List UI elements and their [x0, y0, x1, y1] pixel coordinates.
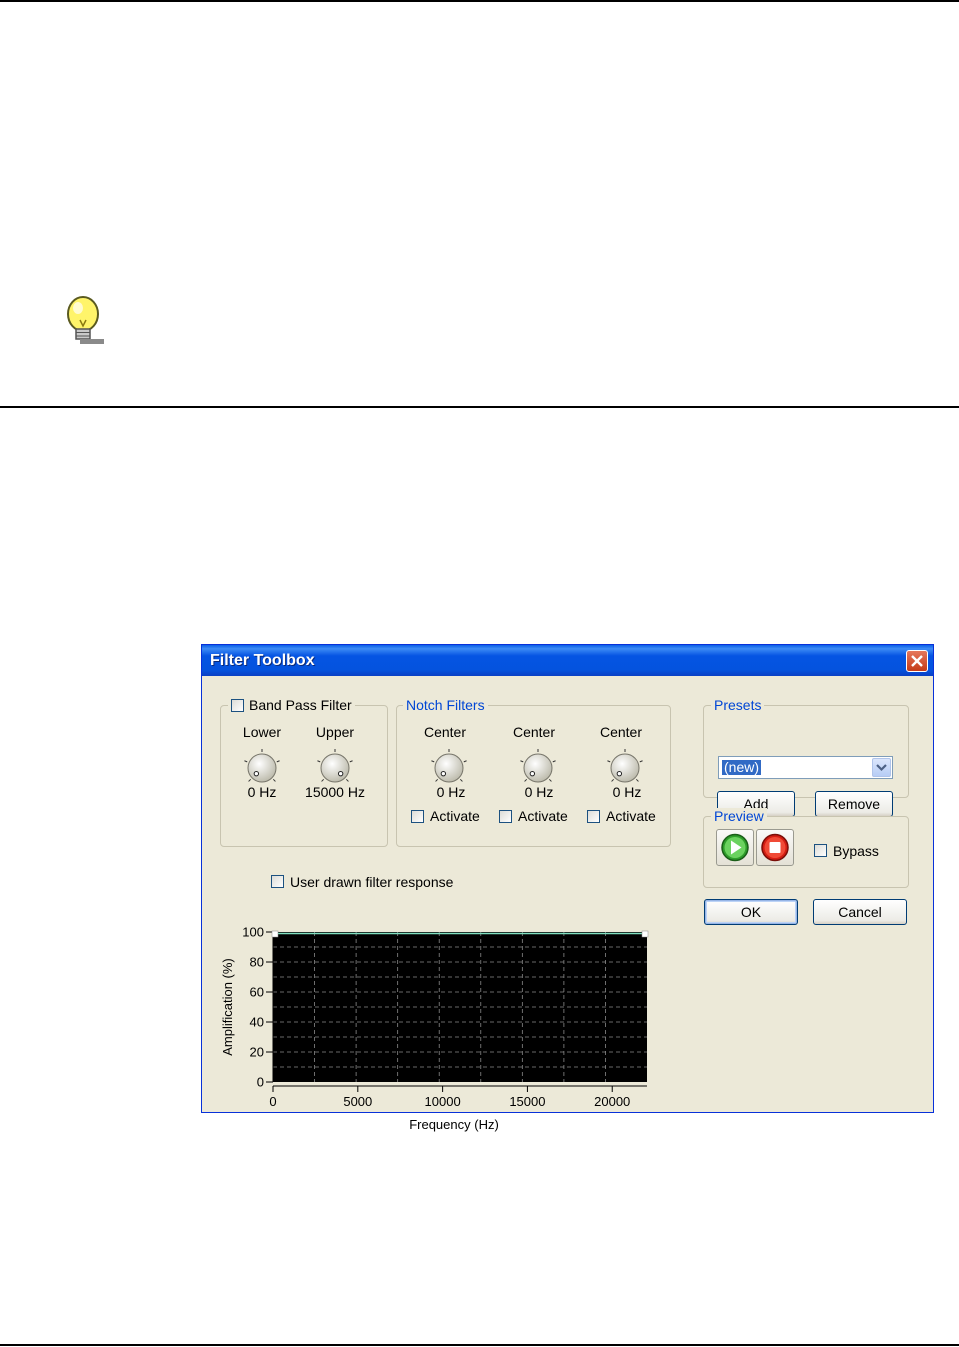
upper-label: Upper — [315, 724, 355, 740]
presets-group — [703, 705, 909, 798]
user-drawn-label: User drawn filter response — [290, 874, 454, 890]
cancel-button[interactable]: Cancel — [813, 899, 907, 925]
dropdown-arrow-button[interactable] — [872, 758, 891, 777]
knob-dial-icon — [317, 749, 353, 783]
band-pass-checkbox[interactable] — [231, 699, 244, 712]
knob-dial-icon — [244, 749, 280, 783]
notch-1-knob[interactable] — [426, 747, 472, 787]
dialog-title: Filter Toolbox — [210, 652, 315, 669]
dialog-body: Band Pass Filter Lower Upper 0 Hz 15000 … — [202, 676, 933, 1132]
filter-response-chart[interactable]: 100 80 60 40 20 00 5000 10000 15000 20000 Frequenc… — [212, 896, 672, 1136]
x-tick-label: 0 — [269, 1094, 276, 1109]
top-rule — [0, 0, 959, 2]
knob-dial-icon — [431, 749, 467, 783]
bypass-checkbox[interactable] — [814, 844, 827, 857]
lower-knob[interactable] — [239, 747, 285, 787]
notch-1-center-label: Center — [423, 724, 467, 740]
knob-dial-icon — [520, 749, 556, 783]
notch-2-activate-checkbox[interactable] — [499, 810, 512, 823]
stop-icon — [761, 833, 789, 862]
x-tick-label: 10000 — [425, 1094, 461, 1109]
filter-toolbox-dialog: Filter Toolbox Band Pass Filter Lower Up… — [201, 644, 934, 1132]
band-pass-label: Band Pass Filter — [249, 697, 352, 713]
notch-3-center-label: Center — [599, 724, 643, 740]
upper-knob[interactable] — [312, 747, 358, 787]
notch-3-knob[interactable] — [602, 747, 648, 787]
x-tick-label: 5000 — [343, 1094, 372, 1109]
close-button[interactable] — [906, 650, 928, 672]
stop-preview-button[interactable] — [756, 829, 794, 866]
response-handle-point[interactable] — [641, 930, 649, 938]
notch-1-value: 0 Hz — [436, 784, 466, 800]
title-bar[interactable]: Filter Toolbox — [202, 645, 933, 676]
play-preview-button[interactable] — [716, 829, 754, 866]
response-handle-point[interactable] — [271, 930, 279, 938]
close-icon — [911, 655, 923, 667]
notch-2-center-label: Center — [512, 724, 556, 740]
y-tick-label: 40 — [250, 1015, 264, 1030]
chevron-down-icon — [876, 764, 887, 772]
y-tick-label: 80 — [250, 955, 264, 970]
y-tick-label: 100 — [242, 925, 264, 940]
bypass-label: Bypass — [833, 843, 879, 859]
y-tick-label: 60 — [250, 985, 264, 1000]
x-axis-title: Frequency (Hz) — [409, 1117, 499, 1132]
ok-button[interactable]: OK — [704, 899, 798, 925]
x-tick-label: 20000 — [594, 1094, 630, 1109]
presets-legend: Presets — [711, 697, 765, 713]
x-tick-label: 15000 — [509, 1094, 545, 1109]
notch-3-activate-label: Activate — [606, 808, 656, 824]
notch-2-value: 0 Hz — [524, 784, 554, 800]
notch-3-activate-checkbox[interactable] — [587, 810, 600, 823]
lower-label: Lower — [242, 724, 282, 740]
notch-1-activate-checkbox[interactable] — [411, 810, 424, 823]
user-drawn-checkbox[interactable] — [271, 875, 284, 888]
preset-select[interactable]: (new) — [718, 756, 893, 779]
bottom-rule — [0, 1344, 959, 1346]
notch-2-activate-label: Activate — [518, 808, 568, 824]
remove-preset-button[interactable]: Remove — [815, 791, 893, 817]
preview-legend: Preview — [711, 808, 767, 824]
preset-selected-value: (new) — [720, 759, 763, 776]
section-rule — [0, 406, 959, 408]
knob-dial-icon — [607, 749, 643, 783]
notch-1-activate-label: Activate — [430, 808, 480, 824]
upper-value: 15000 Hz — [305, 784, 365, 800]
play-icon — [721, 833, 749, 862]
notch-2-knob[interactable] — [515, 747, 561, 787]
lower-value: 0 Hz — [247, 784, 277, 800]
y-tick-label: 0 — [257, 1075, 264, 1090]
band-pass-legend: Band Pass Filter — [228, 697, 355, 713]
lightbulb-tip-icon — [62, 294, 106, 348]
notch-filters-legend: Notch Filters — [403, 697, 488, 713]
y-axis-title: Amplification (%) — [220, 958, 235, 1056]
y-tick-label: 20 — [250, 1045, 264, 1060]
notch-3-value: 0 Hz — [612, 784, 642, 800]
